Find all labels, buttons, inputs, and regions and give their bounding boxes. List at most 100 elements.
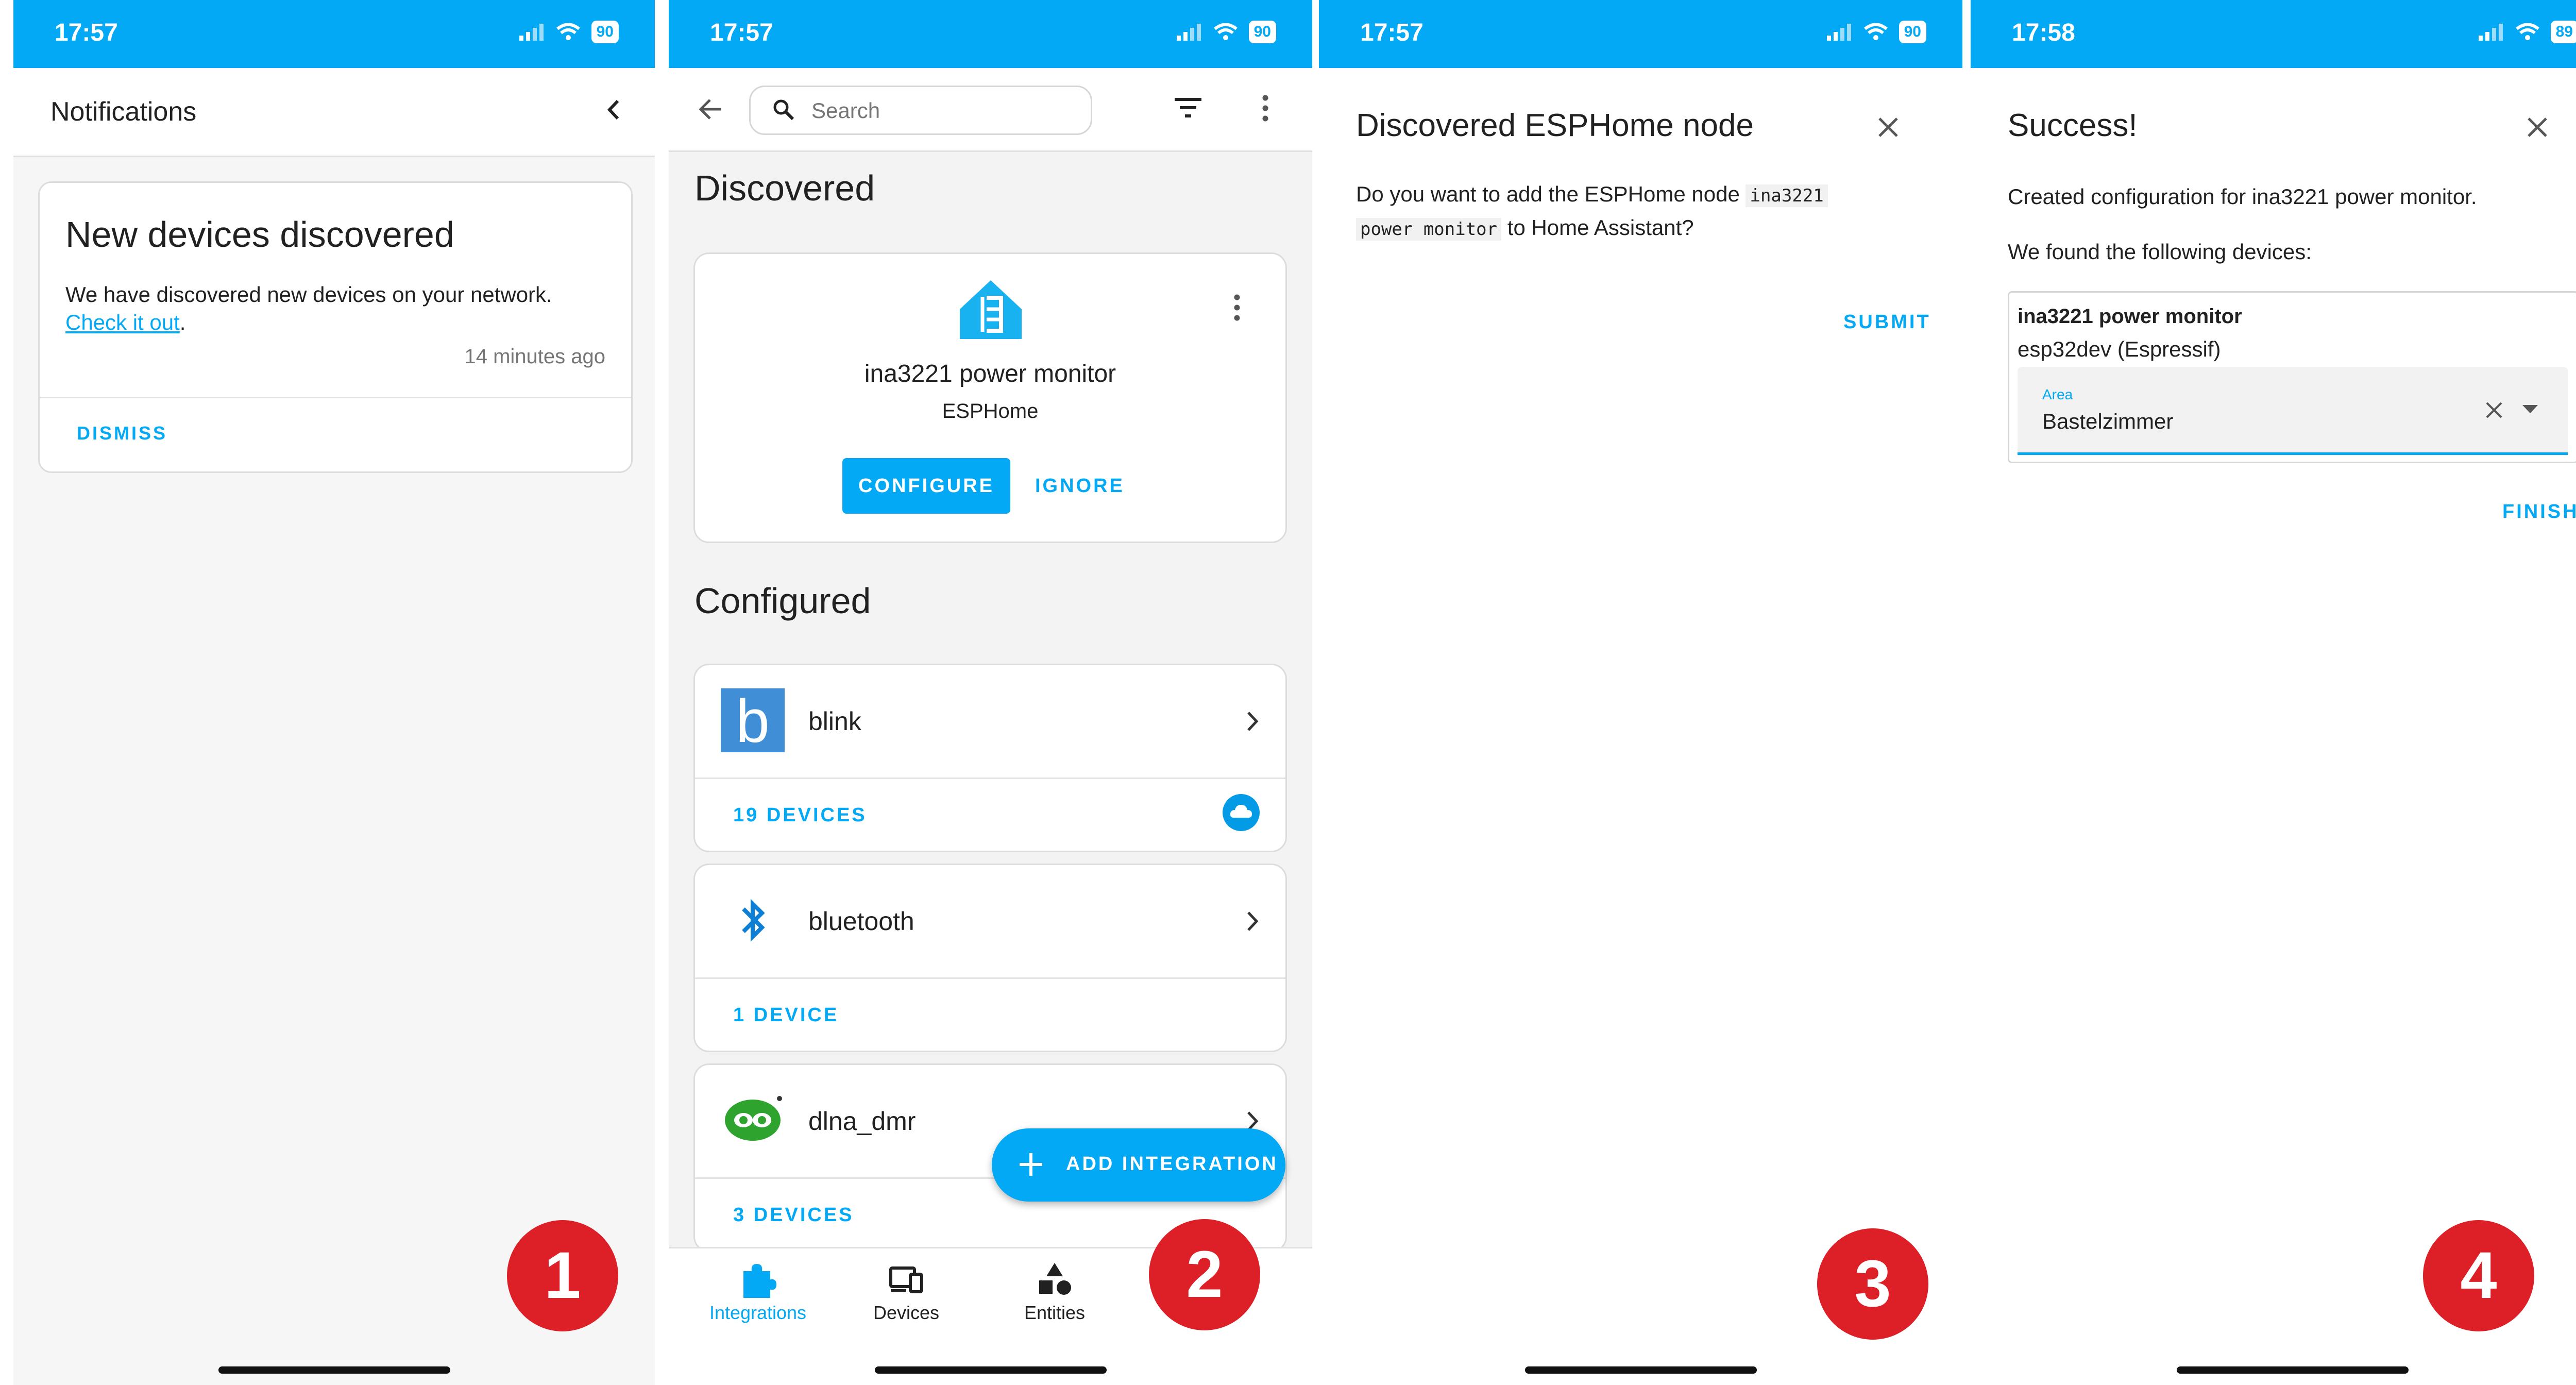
arrow-left-icon[interactable]: [696, 94, 726, 125]
success-dialog: 17:58 89 Success! Created configuration …: [1971, 0, 2576, 1385]
signal-icon: [1826, 24, 1851, 41]
status-icons: 90: [519, 21, 619, 43]
notification-timestamp: 14 minutes ago: [464, 345, 605, 368]
integrations-screen: 17:57 90 Search Discovered ina3221 power…: [669, 0, 1312, 1385]
home-indicator: [218, 1366, 450, 1374]
battery-indicator: 89: [2550, 21, 2576, 43]
integration-card-bluetooth[interactable]: bluetooth 1 DEVICE: [693, 864, 1287, 1052]
cloud-icon: [1223, 794, 1260, 831]
configured-heading: Configured: [694, 581, 871, 621]
search-input[interactable]: Search: [749, 86, 1092, 135]
discovered-integration: ESPHome: [942, 400, 1039, 423]
filter-icon[interactable]: [1173, 95, 1204, 121]
wifi-icon: [1863, 23, 1888, 40]
dialog-text-before: Do you want to add the ESPHome node: [1356, 182, 1740, 206]
search-icon: [773, 99, 794, 121]
nav-entities[interactable]: Entities: [988, 1259, 1122, 1324]
notification-card: New devices discovered We have discovere…: [38, 181, 633, 473]
status-time: 17:58: [2012, 19, 2075, 46]
dialog-text-after: to Home Assistant?: [1507, 215, 1694, 240]
status-icons: 89: [2478, 21, 2576, 43]
chevron-left-icon[interactable]: [603, 97, 624, 123]
wifi-icon: [1213, 23, 1238, 40]
nav-label: Integrations: [709, 1302, 807, 1323]
dlna-logo-icon: [725, 1096, 782, 1141]
node-name-code: power monitor: [1356, 218, 1502, 241]
add-integration-button[interactable]: ADD INTEGRATION: [992, 1128, 1285, 1202]
integration-name: dlna_dmr: [808, 1107, 916, 1136]
battery-indicator: 90: [1248, 21, 1276, 43]
page-title: Notifications: [50, 97, 197, 127]
close-icon[interactable]: [1875, 114, 1901, 140]
blink-logo-icon: b: [721, 688, 785, 752]
nav-integrations[interactable]: Integrations: [691, 1259, 825, 1324]
submit-button[interactable]: SUBMIT: [1843, 311, 1931, 333]
chevron-right-icon: [1247, 712, 1259, 731]
device-name: ina3221 power monitor: [2018, 305, 2242, 328]
nav-devices[interactable]: Devices: [839, 1259, 973, 1324]
success-message: Created configuration for ina3221 power …: [2008, 184, 2477, 209]
configure-button[interactable]: CONFIGURE: [842, 458, 1010, 514]
integration-row[interactable]: b blink: [695, 665, 1285, 779]
home-indicator: [874, 1366, 1107, 1374]
chevron-right-icon: [1247, 911, 1259, 931]
devices-icon: [889, 1266, 923, 1293]
step-badge: 2: [1149, 1219, 1260, 1330]
area-select[interactable]: Area Bastelzimmer: [2018, 367, 2568, 455]
step-badge: 4: [2423, 1220, 2534, 1331]
ignore-button[interactable]: IGNORE: [1035, 458, 1125, 514]
status-icons: 90: [1176, 21, 1276, 43]
signal-icon: [1176, 24, 1201, 41]
devices-link[interactable]: 19 DEVICES: [733, 804, 867, 826]
plus-icon: [1020, 1153, 1042, 1176]
esphome-logo-icon: [960, 280, 1022, 339]
integration-card-blink[interactable]: b blink 19 DEVICES: [693, 664, 1287, 852]
more-vert-icon[interactable]: [1232, 292, 1242, 323]
notifications-screen: 17:57 90 Notifications New devices disco…: [13, 0, 655, 1385]
check-it-out-link[interactable]: Check it out: [65, 310, 180, 334]
integration-row[interactable]: bluetooth: [695, 865, 1285, 979]
devices-link[interactable]: 3 DEVICES: [733, 1204, 854, 1226]
shapes-icon: [1039, 1263, 1071, 1295]
integration-name: bluetooth: [808, 907, 914, 936]
status-bar: 17:57 90: [13, 0, 655, 68]
notification-period: .: [179, 310, 186, 334]
add-integration-label: ADD INTEGRATION: [1066, 1153, 1278, 1175]
dropdown-arrow-icon[interactable]: [2521, 404, 2539, 415]
wifi-icon: [556, 23, 580, 40]
home-indicator: [1524, 1366, 1757, 1374]
status-time: 17:57: [710, 19, 773, 46]
dialog-text: Do you want to add the ESPHome node ina3…: [1356, 178, 1897, 245]
discovered-heading: Discovered: [694, 168, 875, 208]
divider: [40, 397, 631, 398]
node-name-code: ina3221: [1745, 184, 1828, 207]
status-bar: 17:57 90: [1319, 0, 1962, 68]
status-bar: 17:58 89: [1971, 0, 2576, 68]
discovered-node-dialog: 17:57 90 Discovered ESPHome node Do you …: [1319, 0, 1962, 1385]
device-card: ina3221 power monitor esp32dev (Espressi…: [2008, 291, 2576, 463]
integration-name: blink: [808, 707, 861, 736]
battery-indicator: 90: [1899, 21, 1926, 43]
wifi-icon: [2515, 23, 2539, 40]
nav-label: Devices: [873, 1302, 940, 1323]
dismiss-button[interactable]: DISMISS: [77, 423, 167, 444]
more-vert-icon[interactable]: [1260, 93, 1270, 124]
signal-icon: [519, 24, 544, 41]
found-devices-text: We found the following devices:: [2008, 240, 2312, 264]
battery-indicator: 90: [591, 21, 619, 43]
step-badge: 1: [507, 1220, 618, 1331]
status-time: 17:57: [1360, 19, 1423, 46]
discovered-card: ina3221 power monitor ESPHome CONFIGURE …: [693, 252, 1287, 543]
close-icon[interactable]: [2524, 114, 2550, 140]
finish-button[interactable]: FINISH: [2502, 501, 2576, 523]
signal-icon: [2478, 24, 2503, 41]
area-value: Bastelzimmer: [2042, 409, 2174, 433]
bluetooth-icon: [742, 899, 765, 942]
notifications-header: Notifications: [13, 68, 655, 157]
devices-link[interactable]: 1 DEVICE: [733, 1004, 839, 1026]
device-model: esp32dev (Espressif): [2018, 337, 2221, 361]
nav-label: Entities: [1024, 1302, 1086, 1323]
notification-body: We have discovered new devices on your n…: [65, 282, 552, 307]
clear-icon[interactable]: [2484, 400, 2504, 420]
area-label: Area: [2042, 386, 2073, 402]
